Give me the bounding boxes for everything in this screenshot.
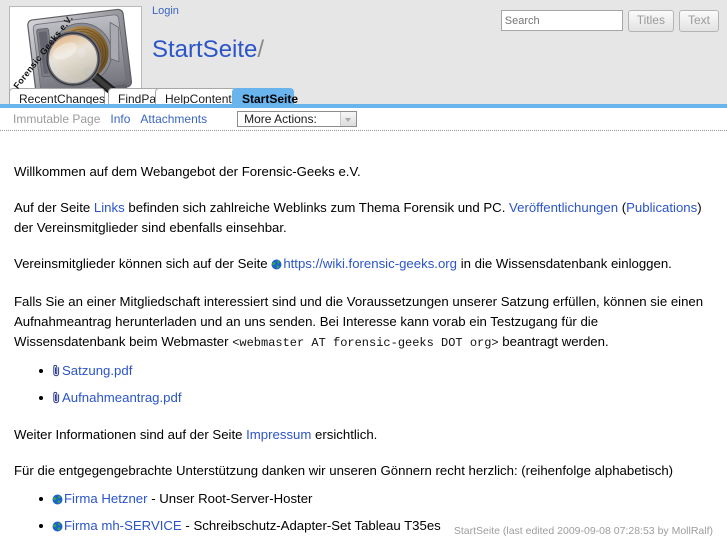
link-veroeffentlichungen[interactable]: Veröffentlichungen xyxy=(509,200,618,215)
attachment-link[interactable]: Aufnahmeantrag.pdf xyxy=(62,390,182,405)
paperclip-icon xyxy=(52,390,61,409)
search-input[interactable] xyxy=(500,10,623,31)
search-titles-button[interactable]: Titles xyxy=(627,10,674,32)
link-impressum[interactable]: Impressum xyxy=(246,427,311,442)
webmaster-email: <webmaster AT forensic-geeks DOT org> xyxy=(232,336,499,350)
page-title: StartSeite/ xyxy=(152,36,264,64)
external-link-globe-icon xyxy=(52,491,63,510)
paragraph-membership: Falls Sie an einer Mitgliedschaft intere… xyxy=(14,294,704,350)
page-title-separator: / xyxy=(257,36,265,63)
page-footer: StartSeite (last edited 2009-09-08 07:28… xyxy=(0,525,727,537)
sponsor-link[interactable]: Firma Hetzner xyxy=(64,491,148,506)
attachment-list: Satzung.pdf Aufnahmeantrag.pdf xyxy=(14,361,713,409)
paragraph-wiki: Vereinsmitglieder können sich auf der Se… xyxy=(14,254,713,276)
external-link-globe-icon xyxy=(271,256,282,276)
list-item: Aufnahmeantrag.pdf xyxy=(39,388,713,409)
paragraph-links: Auf der Seite Links befinden sich zahlre… xyxy=(14,200,702,235)
paragraph-welcome: Willkommen auf dem Webangebot der Forens… xyxy=(14,164,361,179)
search-form: Titles Text xyxy=(500,10,719,32)
page-title-link[interactable]: StartSeite xyxy=(152,36,257,63)
immutable-page-label: Immutable Page xyxy=(13,112,101,126)
paragraph-sponsors-intro: Für die entgegengebrachte Unterstützung … xyxy=(14,463,674,478)
attachments-link[interactable]: Attachments xyxy=(140,112,207,126)
page-content: Willkommen auf dem Webangebot der Forens… xyxy=(0,131,727,545)
login-link[interactable]: Login xyxy=(152,5,179,17)
list-item: Satzung.pdf xyxy=(39,361,713,382)
paperclip-icon xyxy=(52,363,61,382)
page-header: Forensic Geeks e.V. Login StartSeite/ Ti… xyxy=(0,0,727,131)
more-actions-select[interactable]: More Actions: xyxy=(237,111,358,127)
link-links[interactable]: Links xyxy=(94,200,125,215)
last-edited-info: StartSeite (last edited 2009-09-08 07:28… xyxy=(453,525,713,537)
sponsor-description: - Unser Root-Server-Hoster xyxy=(147,491,313,506)
list-item: Firma Hetzner - Unser Root-Server-Hoster xyxy=(39,489,713,510)
more-actions-label: More Actions: xyxy=(244,112,317,126)
attachment-link[interactable]: Satzung.pdf xyxy=(62,363,132,378)
info-link[interactable]: Info xyxy=(110,112,130,126)
paragraph-impressum: Weiter Informationen sind auf der Seite … xyxy=(14,427,378,442)
link-wiki-url[interactable]: https://wiki.forensic-geeks.org xyxy=(283,256,457,271)
login-link-wrapper: Login xyxy=(152,5,179,17)
chevron-down-icon[interactable] xyxy=(340,112,357,126)
page-action-bar: Immutable Page Info Attachments More Act… xyxy=(0,108,727,131)
navigation-tabs: RecentChanges FindPage HelpContents Star… xyxy=(0,83,727,106)
search-text-button[interactable]: Text xyxy=(678,10,719,32)
link-publications[interactable]: Publications xyxy=(626,200,697,215)
